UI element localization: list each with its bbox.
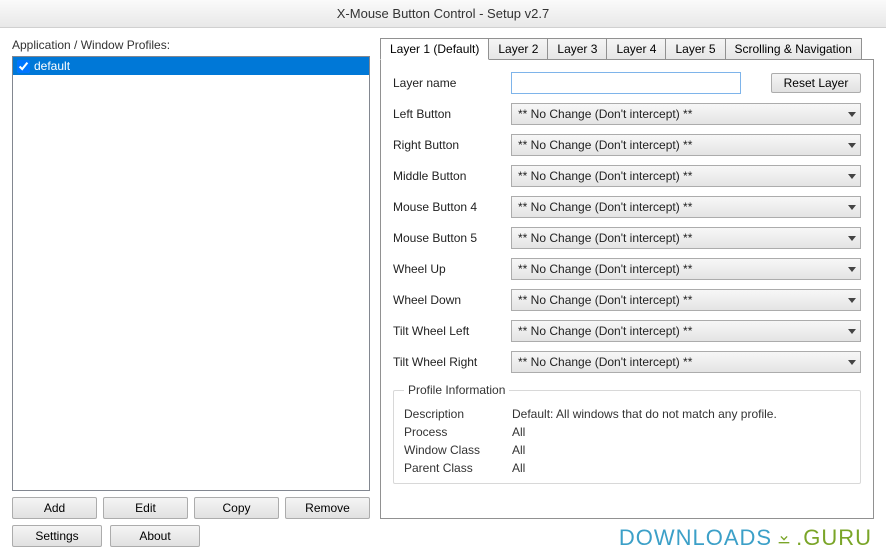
info-value: All [512, 461, 850, 475]
tab-layer4[interactable]: Layer 4 [606, 38, 666, 59]
tab-layer1[interactable]: Layer 1 (Default) [380, 38, 489, 60]
chevron-down-icon [848, 143, 856, 148]
chevron-down-icon [848, 236, 856, 241]
combo-value: ** No Change (Don't intercept) ** [518, 355, 842, 369]
tab-layer3[interactable]: Layer 3 [547, 38, 607, 59]
profile-name: default [34, 59, 70, 73]
chevron-down-icon [848, 267, 856, 272]
profile-list[interactable]: default [12, 56, 370, 491]
wheel-down-label: Wheel Down [393, 293, 501, 307]
middle-button-combo[interactable]: ** No Change (Don't intercept) ** [511, 165, 861, 187]
mouse-button-4-label: Mouse Button 4 [393, 200, 501, 214]
wheel-down-combo[interactable]: ** No Change (Don't intercept) ** [511, 289, 861, 311]
copy-button[interactable]: Copy [194, 497, 279, 519]
combo-value: ** No Change (Don't intercept) ** [518, 200, 842, 214]
right-button-combo[interactable]: ** No Change (Don't intercept) ** [511, 134, 861, 156]
info-process: Process All [404, 425, 850, 439]
chevron-down-icon [848, 298, 856, 303]
combo-value: ** No Change (Don't intercept) ** [518, 262, 842, 276]
remove-button[interactable]: Remove [285, 497, 370, 519]
info-value: Default: All windows that do not match a… [512, 407, 850, 421]
reset-layer-button[interactable]: Reset Layer [771, 73, 861, 93]
window-body: Application / Window Profiles: default A… [0, 28, 886, 557]
edit-button[interactable]: Edit [103, 497, 188, 519]
tilt-left-label: Tilt Wheel Left [393, 324, 501, 338]
window-title: X-Mouse Button Control - Setup v2.7 [0, 0, 886, 28]
profile-buttons: Add Edit Copy Remove [12, 497, 370, 519]
add-button[interactable]: Add [12, 497, 97, 519]
combo-value: ** No Change (Don't intercept) ** [518, 138, 842, 152]
wheel-up-label: Wheel Up [393, 262, 501, 276]
info-label: Parent Class [404, 461, 512, 475]
info-label: Description [404, 407, 512, 421]
settings-button[interactable]: Settings [12, 525, 102, 547]
combo-value: ** No Change (Don't intercept) ** [518, 231, 842, 245]
tilt-left-combo[interactable]: ** No Change (Don't intercept) ** [511, 320, 861, 342]
tilt-right-label: Tilt Wheel Right [393, 355, 501, 369]
tilt-right-combo[interactable]: ** No Change (Don't intercept) ** [511, 351, 861, 373]
tab-scrolling[interactable]: Scrolling & Navigation [725, 38, 862, 59]
combo-value: ** No Change (Don't intercept) ** [518, 324, 842, 338]
info-label: Window Class [404, 443, 512, 457]
watermark: DOWNLOADS .GURU [619, 525, 872, 551]
mouse-button-4-combo[interactable]: ** No Change (Don't intercept) ** [511, 196, 861, 218]
chevron-down-icon [848, 174, 856, 179]
layer-name-label: Layer name [393, 76, 501, 90]
chevron-down-icon [848, 205, 856, 210]
info-label: Process [404, 425, 512, 439]
chevron-down-icon [848, 360, 856, 365]
watermark-text-b: .GURU [796, 525, 872, 551]
profiles-label: Application / Window Profiles: [12, 38, 370, 52]
info-parent-class: Parent Class All [404, 461, 850, 475]
right-button-label: Right Button [393, 138, 501, 152]
main-row: Application / Window Profiles: default A… [12, 38, 874, 519]
chevron-down-icon [848, 329, 856, 334]
info-value: All [512, 443, 850, 457]
tab-panel: Layer name Reset Layer Left Button ** No… [380, 59, 874, 519]
left-button-combo[interactable]: ** No Change (Don't intercept) ** [511, 103, 861, 125]
profile-checkbox[interactable] [17, 60, 30, 73]
layer-name-input[interactable] [511, 72, 741, 94]
mouse-button-5-label: Mouse Button 5 [393, 231, 501, 245]
watermark-text-a: DOWNLOADS [619, 525, 772, 551]
about-button[interactable]: About [110, 525, 200, 547]
left-button-label: Left Button [393, 107, 501, 121]
combo-value: ** No Change (Don't intercept) ** [518, 169, 842, 183]
layer-form: Layer name Reset Layer Left Button ** No… [393, 72, 861, 373]
layer-panel: Layer 1 (Default) Layer 2 Layer 3 Layer … [380, 38, 874, 519]
chevron-down-icon [848, 112, 856, 117]
combo-value: ** No Change (Don't intercept) ** [518, 293, 842, 307]
profile-info-title: Profile Information [404, 383, 509, 397]
wheel-up-combo[interactable]: ** No Change (Don't intercept) ** [511, 258, 861, 280]
info-value: All [512, 425, 850, 439]
info-window-class: Window Class All [404, 443, 850, 457]
profile-item-default[interactable]: default [13, 57, 369, 75]
tab-strip: Layer 1 (Default) Layer 2 Layer 3 Layer … [380, 38, 874, 59]
mouse-button-5-combo[interactable]: ** No Change (Don't intercept) ** [511, 227, 861, 249]
tab-layer2[interactable]: Layer 2 [488, 38, 548, 59]
download-icon [776, 530, 792, 546]
tab-layer5[interactable]: Layer 5 [665, 38, 725, 59]
info-description: Description Default: All windows that do… [404, 407, 850, 421]
combo-value: ** No Change (Don't intercept) ** [518, 107, 842, 121]
profile-info: Profile Information Description Default:… [393, 383, 861, 484]
middle-button-label: Middle Button [393, 169, 501, 183]
profiles-panel: Application / Window Profiles: default A… [12, 38, 370, 519]
